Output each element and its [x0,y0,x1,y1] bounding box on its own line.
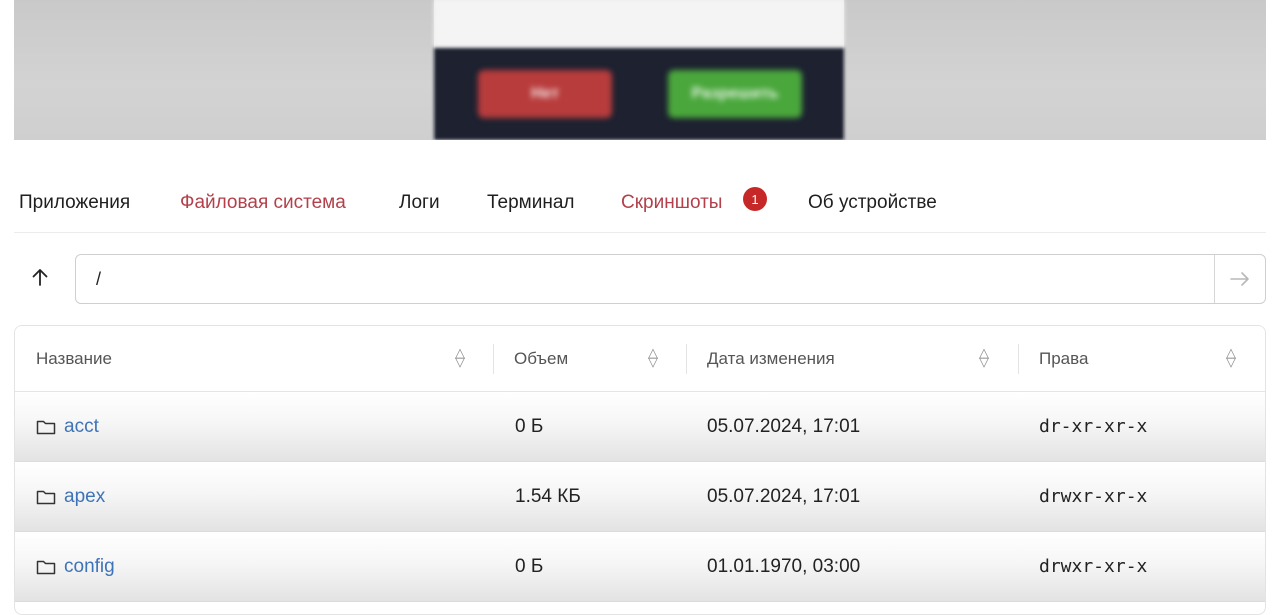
file-modified: 05.07.2024, 17:01 [707,416,861,437]
file-permissions: drwxr-xr-x [1039,486,1148,507]
file-table: Название △ ▽ Объем △ ▽ Дата изменения △ ▽ П… [14,325,1266,615]
tab-apps[interactable]: Приложения [19,192,130,214]
column-header-size[interactable]: Объем [514,349,568,369]
tab-logs[interactable]: Логи [399,192,440,214]
tabs-divider [14,232,1266,233]
file-modified: 01.01.1970, 03:00 [707,556,861,577]
file-name-link[interactable]: apex [64,486,105,508]
table-header: Название △ ▽ Объем △ ▽ Дата изменения △ ▽ П… [15,326,1265,392]
path-bar [14,254,1266,304]
file-permissions: drwxr-xr-x [1039,556,1148,577]
tab-bar: Приложения Файловая система Логи Термина… [0,182,1280,226]
file-permissions: dr-xr-xr-x [1039,416,1148,437]
tab-filesystem[interactable]: Файловая система [180,192,346,214]
file-name-link[interactable]: config [64,556,115,578]
arrow-up-icon[interactable] [28,266,52,290]
table-row[interactable]: config 0 Б 01.01.1970, 03:00 drwxr-xr-x [15,532,1265,602]
sort-icon[interactable]: △ ▽ [455,346,465,368]
sort-icon[interactable]: △ ▽ [1226,346,1236,368]
column-divider [1018,344,1019,374]
file-size: 0 Б [515,416,544,437]
screen-top-area [434,0,844,46]
sort-icon[interactable]: △ ▽ [648,346,658,368]
folder-icon [36,490,56,505]
column-header-modified[interactable]: Дата изменения [707,349,835,369]
column-divider [493,344,494,374]
table-row[interactable]: acct 0 Б 05.07.2024, 17:01 dr-xr-xr-x [15,392,1265,462]
sort-icon[interactable]: △ ▽ [979,346,989,368]
device-screen-preview: Нет Разрешить [14,0,1266,140]
file-name-link[interactable]: acct [64,416,99,438]
tab-device-info[interactable]: Об устройстве [808,192,937,214]
arrow-right-icon[interactable] [1214,255,1265,303]
file-size: 0 Б [515,556,544,577]
arrow-right-icon-svg [1230,272,1249,286]
device-screen: Нет Разрешить [434,0,844,140]
file-modified: 05.07.2024, 17:01 [707,486,861,507]
table-row[interactable]: apex 1.54 КБ 05.07.2024, 17:01 drwxr-xr-… [15,462,1265,532]
path-input[interactable] [76,255,1215,303]
arrow-up-icon-svg [32,269,48,286]
column-header-name[interactable]: Название [36,349,112,369]
path-field [75,254,1266,304]
column-divider [686,344,687,374]
folder-icon [36,420,56,435]
preview-deny-button: Нет [478,70,612,118]
tab-terminal[interactable]: Терминал [487,192,575,214]
preview-allow-button: Разрешить [668,70,802,118]
tab-screenshots[interactable]: Скриншоты [621,192,722,214]
folder-icon [36,560,56,575]
screenshots-count-badge: 1 [743,187,767,211]
column-header-permissions[interactable]: Права [1039,349,1088,369]
file-size: 1.54 КБ [515,486,581,507]
